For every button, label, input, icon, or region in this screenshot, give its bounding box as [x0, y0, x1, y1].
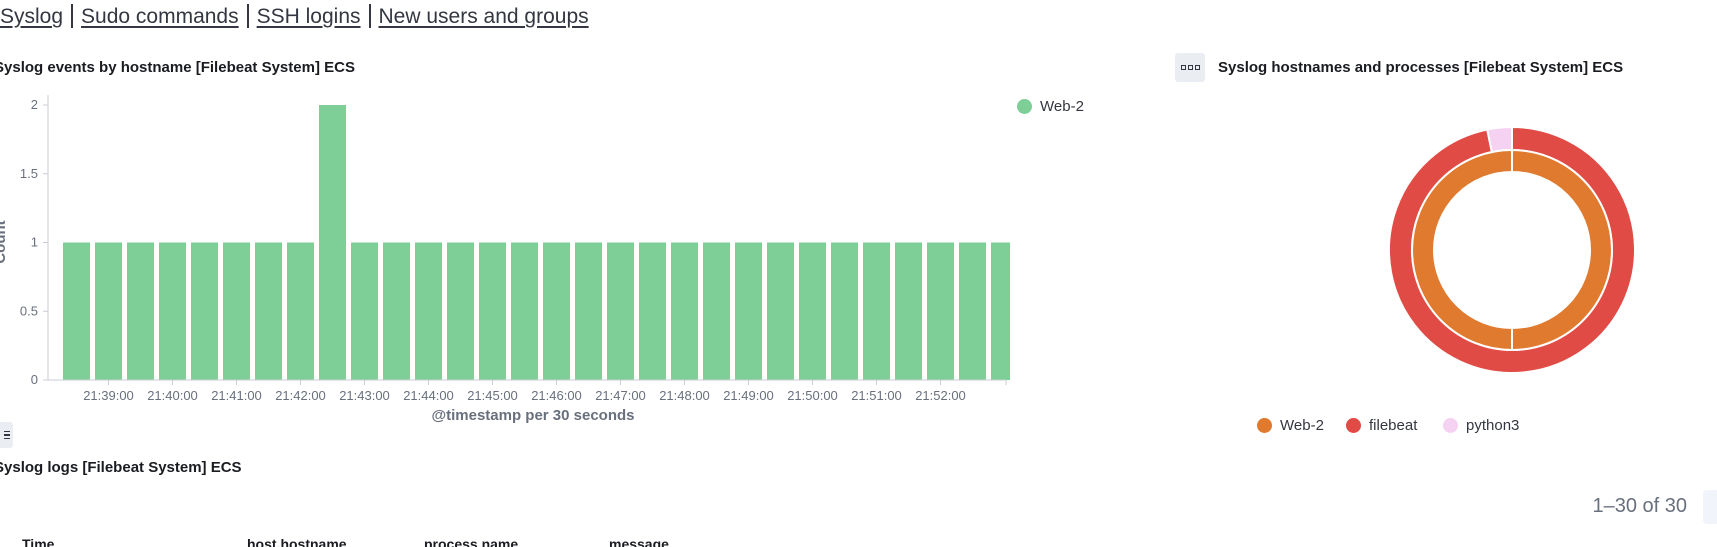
bar-web-2-12[interactable] — [447, 242, 474, 381]
bar-web-2-19[interactable] — [671, 242, 698, 381]
panel-drag-handle[interactable] — [0, 422, 13, 448]
bar-web-2-14[interactable] — [511, 242, 538, 381]
legend-swatch — [1346, 418, 1361, 433]
bar-web-2-16[interactable] — [575, 242, 602, 381]
bar-x-tick-label: 21:43:00 — [339, 388, 390, 403]
bar-x-tick-label: 21:51:00 — [851, 388, 902, 403]
column-header-host-hostname[interactable]: host.hostname — [247, 536, 347, 547]
bar-web-2-9[interactable] — [351, 242, 378, 381]
bar-web-2-13[interactable] — [479, 242, 506, 381]
legend-swatch — [1017, 99, 1032, 114]
bar-x-tick-label: 21:52:00 — [915, 388, 966, 403]
pagination-prev-button[interactable] — [1703, 490, 1717, 524]
bar-y-axis-label: Count — [0, 220, 9, 263]
bar-x-tick-label: 21:44:00 — [403, 388, 454, 403]
bar-web-2-28[interactable] — [959, 242, 986, 381]
nav-separator — [368, 4, 371, 28]
bar-x-tick-label: 21:48:00 — [659, 388, 710, 403]
nav-link-new-users-and-groups[interactable]: New users and groups — [379, 5, 589, 28]
donut-legend-item-filebeat[interactable]: filebeat — [1346, 417, 1417, 434]
bar-x-tick-label: 21:50:00 — [787, 388, 838, 403]
bar-x-tick-label: 21:46:00 — [531, 388, 582, 403]
bar-web-2-27[interactable] — [927, 242, 954, 381]
bar-y-tick-label: 2 — [31, 97, 38, 112]
legend-label: python3 — [1466, 417, 1520, 434]
bar-legend-item-web-2[interactable]: Web-2 — [1017, 98, 1084, 115]
more-options-icon — [1180, 65, 1200, 70]
bar-web-2-22[interactable] — [767, 242, 794, 381]
bar-y-tick-label: 1.5 — [20, 166, 38, 181]
bar-web-2-8[interactable] — [319, 105, 346, 380]
bar-web-2-6[interactable] — [255, 242, 282, 381]
column-header-time[interactable]: Time — [22, 536, 54, 547]
bar-x-tick-label: 21:41:00 — [211, 388, 262, 403]
bar-web-2-15[interactable] — [543, 242, 570, 381]
bar-web-2-23[interactable] — [799, 242, 826, 381]
donut-inner-slice-Web-2[interactable] — [1410, 148, 1613, 352]
legend-label: Web-2 — [1040, 98, 1084, 115]
column-header-message[interactable]: message — [609, 536, 669, 547]
bar-web-2-11[interactable] — [415, 242, 442, 381]
bar-x-axis-label: @timestamp per 30 seconds — [431, 407, 634, 424]
bar-web-2-10[interactable] — [383, 242, 410, 381]
column-header-process-name[interactable]: process.name — [424, 536, 518, 547]
bar-web-2-0[interactable] — [63, 242, 90, 381]
bar-chart: 0 0.5 1 1.5 2 21:39:00 21:40:00 21:41:00 21:42:0… — [0, 95, 1010, 424]
bar-x-tick-label: 21:47:00 — [595, 388, 646, 403]
donut-panel-title: Syslog hostnames and processes [Filebeat… — [1218, 59, 1624, 76]
bar-y-tick-label: 1 — [31, 235, 38, 250]
bar-web-2-29[interactable] — [991, 242, 1010, 381]
donut-chart — [1388, 125, 1636, 374]
bar-x-tick-label: 21:45:00 — [467, 388, 518, 403]
donut-outer-slice-python3[interactable] — [1486, 125, 1513, 154]
bar-x-tick-label: 21:40:00 — [147, 388, 198, 403]
bar-web-2-2[interactable] — [127, 242, 154, 381]
bar-web-2-21[interactable] — [735, 242, 762, 381]
bar-web-2-17[interactable] — [607, 242, 634, 381]
bar-web-2-26[interactable] — [895, 242, 922, 381]
logs-panel-title: Syslog logs [Filebeat System] ECS — [0, 459, 242, 476]
nav-link-sudo-commands[interactable]: Sudo commands — [81, 5, 239, 28]
donut-legend-item-python3[interactable]: python3 — [1443, 417, 1519, 434]
bar-web-2-1[interactable] — [95, 242, 122, 381]
panel-options-button[interactable] — [1175, 53, 1205, 82]
nav-separator — [246, 4, 249, 28]
nav-link-ssh-logins[interactable]: SSH logins — [257, 5, 361, 28]
bar-web-2-18[interactable] — [639, 242, 666, 381]
bar-web-2-3[interactable] — [159, 242, 186, 381]
dashboard-nav: Syslog Sudo commands SSH logins New users a… — [0, 4, 589, 29]
legend-swatch — [1443, 418, 1458, 433]
legend-label: Web-2 — [1280, 417, 1324, 434]
bar-x-tick-label: 21:49:00 — [723, 388, 774, 403]
bar-web-2-20[interactable] — [703, 242, 730, 381]
nav-link-syslog[interactable]: Syslog — [0, 5, 63, 28]
legend-label: filebeat — [1369, 417, 1418, 434]
bar-x-tick-label: 21:39:00 — [83, 388, 134, 403]
bar-x-tick-label: 21:42:00 — [275, 388, 326, 403]
bar-web-2-4[interactable] — [191, 242, 218, 381]
pagination-count: 1–30 of 30 — [1592, 495, 1687, 517]
legend-swatch — [1257, 418, 1272, 433]
bar-web-2-25[interactable] — [863, 242, 890, 381]
bar-web-2-5[interactable] — [223, 242, 250, 381]
bar-y-tick-label: 0.5 — [20, 303, 38, 318]
nav-separator — [71, 4, 74, 28]
bar-web-2-24[interactable] — [831, 242, 858, 381]
bar-y-tick-label: 0 — [31, 372, 38, 387]
bar-web-2-7[interactable] — [287, 242, 314, 381]
donut-legend-item-web-2[interactable]: Web-2 — [1257, 417, 1324, 434]
